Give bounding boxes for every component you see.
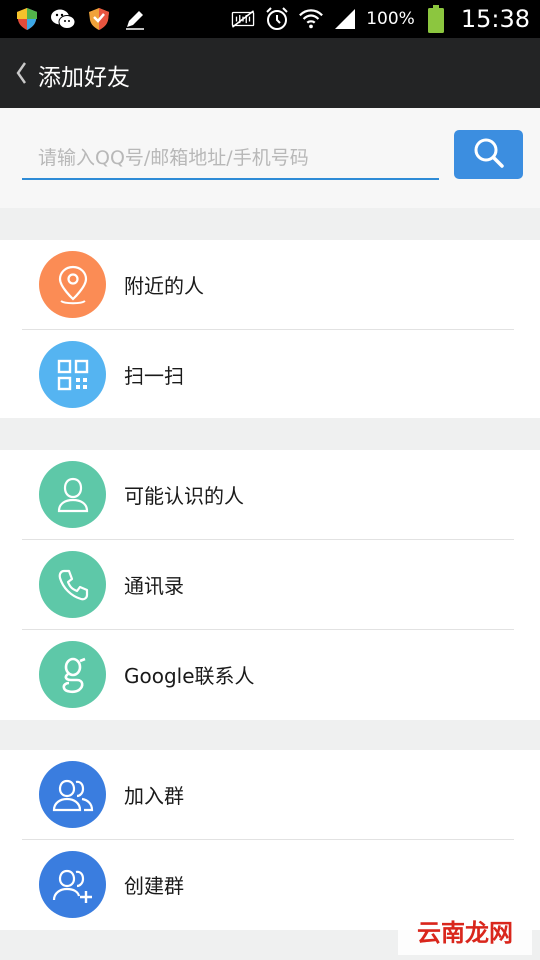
pen-icon [122,6,148,32]
location-pin-icon [39,251,106,318]
list-item-label: Google联系人 [124,664,255,688]
create-group-icon [39,851,106,918]
shield-icon [14,6,40,32]
mute-icon [230,6,256,32]
header-bar: 添加好友 [0,38,540,108]
list-item-nearby-people[interactable]: 附近的人 [0,240,540,330]
list-item-label: 加入群 [124,784,184,808]
status-bar: 100% 15:38 [0,0,540,38]
notification-icons [14,6,148,32]
page-title[interactable]: 添加好友 [38,58,130,92]
watermark-text: 云南龙网 [417,918,513,947]
list-item-address-book[interactable]: 通讯录 [0,540,540,630]
list-item-scan[interactable]: 扫一扫 [0,330,540,420]
feature-group-discover: 附近的人 扫一扫 [0,240,540,418]
list-item-join-group[interactable]: 加入群 [0,750,540,840]
group-icon [39,761,106,828]
list-item-label: 扫一扫 [124,364,184,388]
phone-icon [39,551,106,618]
feature-group-groups: 加入群 创建群 [0,750,540,930]
chevron-left-icon[interactable] [14,60,30,86]
list-item-label: 通讯录 [124,574,184,598]
person-icon [39,461,106,528]
list-item-label: 附近的人 [124,274,204,298]
alarm-icon [264,6,290,32]
feature-group-contacts: 可能认识的人 通讯录 Google联系人 [0,450,540,720]
search-section [0,108,540,208]
battery-icon [423,5,449,33]
clock: 15:38 [460,5,530,33]
wechat-icon [50,6,76,32]
signal-icon [332,6,358,32]
list-item-people-you-may-know[interactable]: 可能认识的人 [0,450,540,540]
battery-percent: 100% [366,9,415,29]
search-button[interactable] [454,130,523,179]
qr-code-icon [39,341,106,408]
search-input[interactable] [22,138,439,180]
list-item-google-contacts[interactable]: Google联系人 [0,630,540,720]
google-icon [39,641,106,708]
wifi-icon [298,6,324,32]
watermark: 云南龙网 [398,905,532,955]
search-icon [472,136,506,174]
list-item-label: 创建群 [124,874,184,898]
list-item-label: 可能认识的人 [124,484,244,508]
shield-icon [86,6,112,32]
system-icons: 100% 15:38 [230,0,530,38]
